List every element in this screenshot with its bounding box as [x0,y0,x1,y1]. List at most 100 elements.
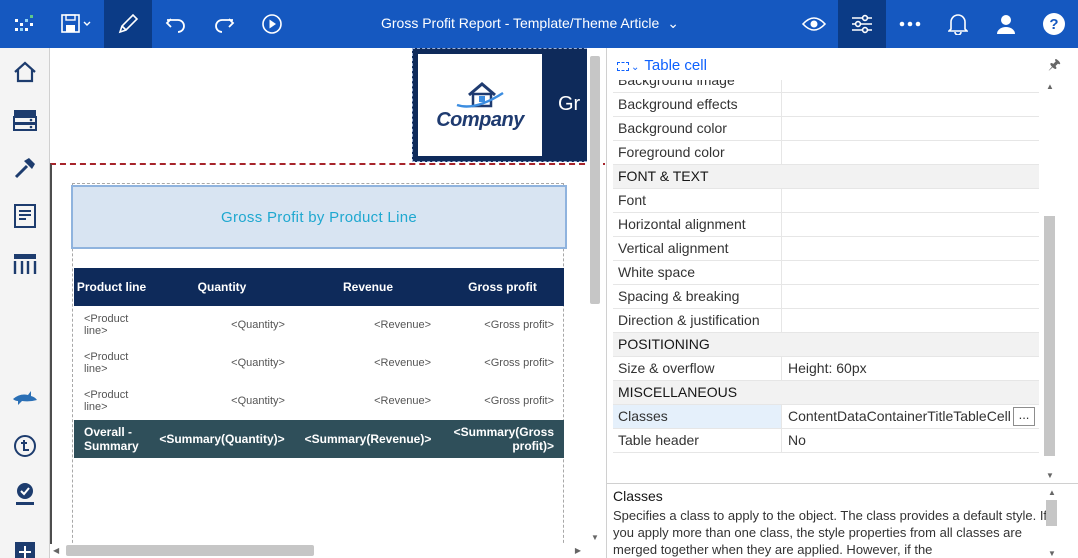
edit-pencil-button[interactable] [104,0,152,48]
property-value[interactable] [782,261,1039,284]
scroll-thumb[interactable] [1046,500,1057,526]
property-value[interactable] [782,141,1039,164]
property-value[interactable] [782,189,1039,212]
property-row[interactable]: Background effects [613,93,1039,117]
timeline-icon[interactable] [0,422,50,470]
scroll-down-icon[interactable]: ▼ [1048,549,1056,558]
property-row[interactable]: Table header No [613,429,1039,453]
scroll-right-icon[interactable]: ▶ [575,546,581,555]
table-row: <Product line> <Quantity> <Revenue> <Gro… [74,344,564,382]
table-cell[interactable]: <Quantity> [149,344,295,382]
user-avatar-icon[interactable] [982,0,1030,48]
property-section-header[interactable]: FONT & TEXT [613,165,1039,189]
redo-button[interactable] [200,0,248,48]
table-cell[interactable]: <Revenue> [295,382,441,420]
scroll-thumb[interactable] [1044,216,1055,456]
page-body[interactable]: Gross Profit by Product Line Product lin… [50,163,605,558]
scroll-left-icon[interactable]: ◀ [53,546,59,555]
help-icon[interactable]: ? [1030,0,1078,48]
property-value[interactable] [782,237,1039,260]
properties-scrollbar[interactable]: ▲ ▼ [1042,80,1056,480]
report-title[interactable]: Gross Profit Report - Template/Theme Art… [330,15,730,32]
table-cell[interactable]: <Revenue> [295,344,441,382]
property-row[interactable]: Vertical alignment [613,237,1039,261]
table-cell[interactable]: <Gross profit> [441,382,564,420]
validate-icon[interactable] [0,470,50,518]
summary-cell[interactable]: <Summary(Gross profit)> [441,420,564,458]
property-row[interactable]: White space [613,261,1039,285]
property-value[interactable] [782,213,1039,236]
undo-button[interactable] [152,0,200,48]
property-row[interactable]: Direction & justification [613,309,1039,333]
property-value[interactable]: ContentDataContainerTitleTableCell... [782,405,1039,428]
summary-cell[interactable]: <Summary(Quantity)> [149,420,295,458]
queries-table-icon[interactable] [0,240,50,288]
property-value[interactable] [782,309,1039,332]
notifications-bell-icon[interactable] [934,0,982,48]
scroll-down-icon[interactable]: ▼ [1046,471,1054,480]
table-cell[interactable]: <Gross profit> [441,306,564,344]
property-name: Size & overflow [613,357,782,380]
property-value[interactable]: No [782,429,1039,452]
scroll-up-icon[interactable]: ▲ [1046,82,1054,91]
table-cell[interactable]: <Quantity> [149,382,295,420]
property-value-text: No [788,432,806,448]
scroll-thumb[interactable] [590,56,600,304]
column-header[interactable]: Revenue [295,268,441,306]
property-row[interactable]: Background color [613,117,1039,141]
company-logo[interactable]: Company [418,54,542,156]
edit-classes-button[interactable]: ... [1013,407,1035,426]
save-button[interactable] [48,0,104,48]
add-icon[interactable] [0,518,50,558]
more-options-icon[interactable] [886,0,934,48]
column-header[interactable]: Gross profit [441,268,564,306]
app-logo-icon[interactable] [0,0,48,48]
selection-dropdown[interactable]: ⌄ Table cell [617,57,707,74]
property-row[interactable]: Spacing & breaking [613,285,1039,309]
scroll-up-icon[interactable]: ▲ [1048,488,1056,497]
data-sources-icon[interactable] [0,96,50,144]
property-row[interactable]: Classes ContentDataContainerTitleTableCel… [613,405,1039,429]
pages-icon[interactable] [0,192,50,240]
property-row[interactable]: Foreground color [613,141,1039,165]
run-button[interactable] [248,0,296,48]
property-row[interactable]: Background image [613,80,1039,93]
table-cell[interactable]: <Revenue> [295,306,441,344]
property-row[interactable]: Horizontal alignment [613,213,1039,237]
home-icon[interactable] [0,48,50,96]
properties-sliders-icon[interactable] [838,0,886,48]
property-row[interactable]: Size & overflow Height: 60px [613,357,1039,381]
property-name: Spacing & breaking [613,285,782,308]
scroll-down-icon[interactable]: ▼ [591,533,599,542]
property-section-header[interactable]: MISCELLANEOUS [613,381,1039,405]
report-canvas[interactable]: Company Gr Gross Profit by Product Line … [50,48,605,558]
property-section-header[interactable]: POSITIONING [613,333,1039,357]
table-cell[interactable]: <Quantity> [149,306,295,344]
pin-icon[interactable]: 🖈 [1048,54,1061,78]
section-title-cell[interactable]: Gross Profit by Product Line [71,185,567,249]
summary-cell[interactable]: <Summary(Revenue)> [295,420,441,458]
canvas-vertical-scrollbar[interactable]: ▼ [587,48,603,544]
property-row[interactable]: Font [613,189,1039,213]
property-value[interactable] [782,117,1039,140]
table-cell[interactable]: <Product line> [74,344,149,382]
property-value[interactable]: Height: 60px [782,357,1039,380]
column-header[interactable]: Product line [74,268,149,306]
canvas-horizontal-scrollbar[interactable]: ◀ ▶ [50,544,587,558]
toolbox-hammer-icon[interactable] [0,144,50,192]
summary-cell[interactable]: Overall - Summary [74,420,149,458]
column-header[interactable]: Quantity [149,268,295,306]
property-value[interactable] [782,285,1039,308]
shark-icon[interactable] [0,374,50,422]
scroll-thumb[interactable] [66,545,314,556]
property-value[interactable] [782,80,1039,92]
description-scrollbar[interactable]: ▲ ▼ [1046,488,1058,558]
table-cell[interactable]: <Product line> [74,306,149,344]
preview-eye-icon[interactable] [790,0,838,48]
property-value[interactable] [782,93,1039,116]
table-cell[interactable]: <Gross profit> [441,344,564,382]
page-header-block[interactable]: Company Gr [412,48,592,162]
list-report-table[interactable]: Product line Quantity Revenue Gross prof… [74,268,564,458]
table-cell[interactable]: <Product line> [74,382,149,420]
